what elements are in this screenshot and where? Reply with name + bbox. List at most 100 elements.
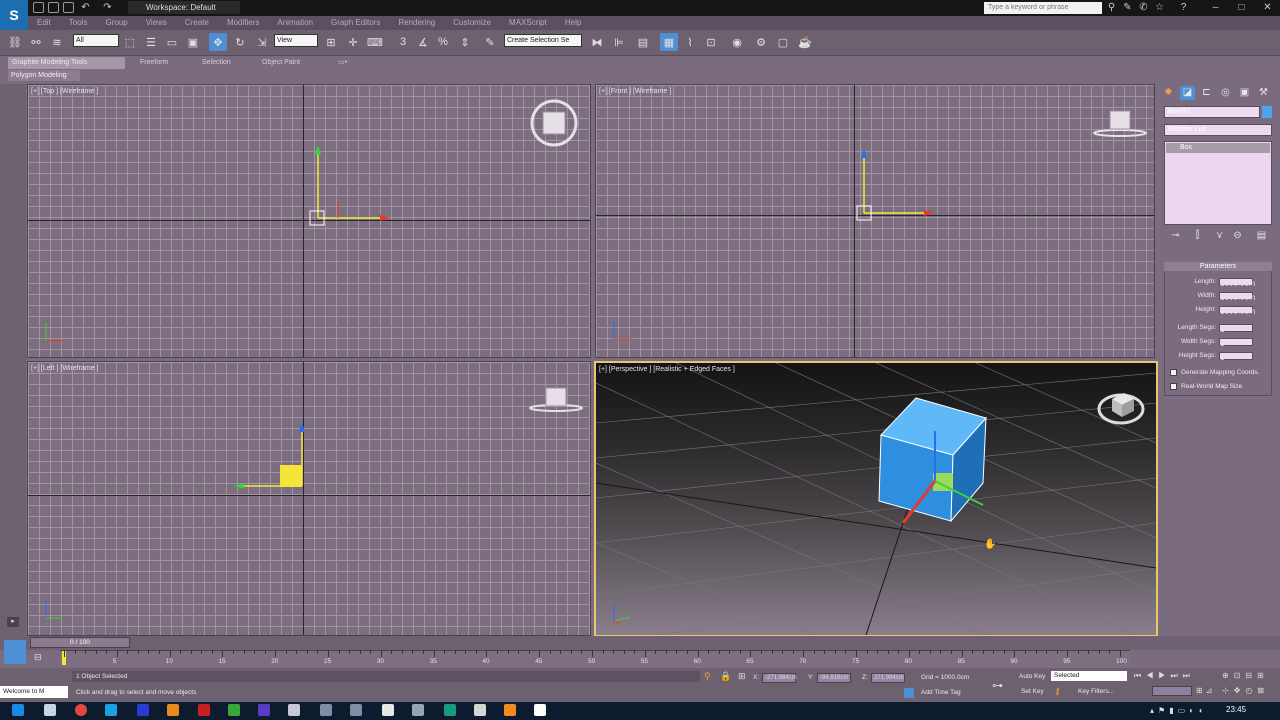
param-width-field[interactable]: 1000.0cm [1219, 292, 1255, 302]
app-logo-icon[interactable]: S [0, 0, 28, 30]
graphite-toggle-icon[interactable]: ▦ [660, 33, 678, 51]
help-icon[interactable]: ? [1178, 2, 1189, 13]
photoshop-icon[interactable] [137, 704, 149, 716]
generate-mapping-checkbox[interactable] [1170, 369, 1177, 376]
param-width-segs-field[interactable]: 1 [1219, 338, 1253, 348]
polygon-modeling-panel[interactable]: Polygon Modeling [8, 70, 80, 81]
set-key-icon[interactable]: ⊶ [992, 679, 1003, 692]
app-task-icon-4[interactable] [412, 704, 424, 716]
menu-graph-editors[interactable]: Graph Editors [322, 16, 389, 30]
spinner-snap-icon[interactable]: ⇕ [456, 33, 474, 51]
object-name-field[interactable]: Box001 [1164, 106, 1260, 118]
viewport-left[interactable]: [+] [Left ] [Wireframe ] [27, 361, 591, 636]
stack-item-box[interactable]: Box [1166, 143, 1270, 153]
transform-gizmo-icon[interactable] [228, 412, 318, 502]
x-coord-field[interactable]: -271.984cm [762, 673, 797, 683]
infocenter-icon[interactable]: ✎ [1122, 2, 1133, 13]
create-tab-icon[interactable]: ✸ [1161, 86, 1176, 100]
window-crossing-icon[interactable]: ▣ [184, 33, 202, 51]
app-task-icon-3[interactable] [382, 704, 394, 716]
key-filters-button[interactable]: Key Filters... [1078, 688, 1114, 695]
curve-editor-icon[interactable]: ⌇ [681, 33, 699, 51]
communication-icon[interactable]: ✆ [1138, 2, 1149, 13]
current-frame-field[interactable] [1152, 686, 1192, 696]
tab-object-paint[interactable]: Object Paint [258, 57, 304, 69]
tab-freeform[interactable]: Freeform [136, 57, 172, 69]
select-link-icon[interactable]: ⛓ [6, 33, 24, 51]
named-selection-dropdown[interactable]: Create Selection Se [504, 34, 582, 47]
search-input[interactable] [984, 2, 1102, 14]
new-file-icon[interactable] [33, 2, 44, 13]
material-editor-icon[interactable]: ◉ [728, 33, 746, 51]
param-length-field[interactable]: 1000.0cm [1219, 278, 1255, 288]
viewport-top[interactable]: [+] [Top ] [Wireframe ] [27, 84, 591, 358]
menu-edit[interactable]: Edit [28, 16, 60, 30]
reference-coord-dropdown[interactable]: View [274, 34, 318, 47]
app-task-icon-5[interactable] [444, 704, 456, 716]
unlink-icon[interactable]: ⚯ [27, 33, 45, 51]
select-manipulate-icon[interactable]: ✛ [344, 33, 362, 51]
schematic-view-icon[interactable]: ⊡ [702, 33, 720, 51]
ribbon-options-icon[interactable]: ▭• [334, 57, 351, 69]
utilities-tab-icon[interactable]: ⚒ [1256, 86, 1271, 100]
viewport-perspective[interactable]: [+] [Perspective ] [Realistic + Edged Fa… [594, 361, 1158, 637]
favorites-star-icon[interactable]: ☆ [1154, 2, 1165, 13]
motion-tab-icon[interactable]: ◎ [1218, 86, 1233, 100]
add-time-tag-button[interactable]: Add Time Tag [921, 689, 961, 696]
close-icon[interactable]: ✕ [1262, 2, 1273, 13]
isolate-icon[interactable]: ⚲ [704, 671, 711, 682]
keyboard-shortcut-icon[interactable]: ⌨ [366, 33, 384, 51]
transform-gizmo-icon[interactable] [854, 143, 944, 233]
viewport-front-label[interactable]: [+] [Front ] [Wireframe ] [599, 88, 671, 95]
app-task-icon-7[interactable] [534, 704, 546, 716]
workspace-dropdown[interactable]: Workspace: Default [128, 1, 240, 14]
menu-help[interactable]: Help [556, 16, 590, 30]
explorer-icon[interactable] [44, 704, 56, 716]
render-teapot-icon[interactable]: ☕ [796, 33, 814, 51]
menu-animation[interactable]: Animation [268, 16, 322, 30]
snaps-toggle-icon[interactable]: 3 [394, 33, 412, 51]
remove-modifier-icon[interactable]: ⊖ [1230, 229, 1245, 243]
configure-sets-icon[interactable]: ▤ [1254, 229, 1269, 243]
start-icon[interactable] [12, 704, 24, 716]
box-object-perspective[interactable] [871, 393, 1011, 533]
illustrator-icon[interactable] [167, 704, 179, 716]
select-by-name-icon[interactable]: ☰ [142, 33, 160, 51]
menu-tools[interactable]: Tools [60, 16, 97, 30]
save-file-icon[interactable] [63, 2, 74, 13]
viewport-left-label[interactable]: [+] [Left ] [Wireframe ] [31, 365, 99, 372]
menu-maxscript[interactable]: MAXScript [500, 16, 556, 30]
viewcube-front-icon[interactable] [1092, 107, 1148, 143]
redo-icon[interactable]: ↷ [102, 2, 113, 13]
absolute-mode-icon[interactable]: ⊞ [738, 671, 746, 682]
app-task-icon-1[interactable] [320, 704, 332, 716]
maxscript-listener-input[interactable]: Welcome to M [0, 686, 68, 698]
select-and-scale-icon[interactable]: ⇲ [253, 33, 271, 51]
set-key-button[interactable]: Set Key [1021, 688, 1044, 695]
maximize-icon[interactable]: □ [1236, 2, 1247, 13]
mini-listener-icon[interactable] [4, 640, 26, 664]
menu-group[interactable]: Group [96, 16, 136, 30]
minimize-icon[interactable]: – [1210, 2, 1221, 13]
show-end-result-icon[interactable]: ⫿ [1190, 229, 1205, 243]
playback-controls[interactable]: ⏮◀▶⏭⏭ [1134, 671, 1195, 681]
3dsmax-task-icon[interactable] [288, 704, 300, 716]
display-tab-icon[interactable]: ▣ [1237, 86, 1252, 100]
param-length-segs-field[interactable]: 1 [1219, 324, 1253, 334]
transform-gizmo-icon[interactable] [308, 143, 398, 233]
time-config-icon[interactable]: ⊞⊿ [1196, 686, 1215, 695]
mirror-icon[interactable]: ⧓ [588, 33, 606, 51]
viewcube-top-icon[interactable] [528, 97, 580, 149]
select-and-move-icon[interactable]: ✥ [209, 33, 227, 51]
menu-rendering[interactable]: Rendering [389, 16, 444, 30]
chrome-icon[interactable] [75, 704, 87, 716]
undo-icon[interactable]: ↶ [80, 2, 91, 13]
object-color-swatch[interactable] [1262, 106, 1272, 118]
viewport-layout-icon[interactable]: ▸ [7, 617, 19, 627]
app-task-icon-6[interactable] [474, 704, 486, 716]
viewport-nav-controls[interactable]: ⊕⊡⊟⊞ [1222, 671, 1269, 680]
angle-snap-icon[interactable]: ∡ [414, 33, 432, 51]
z-coord-field[interactable]: 271.984cm [871, 673, 905, 683]
time-tag-icon[interactable] [904, 688, 914, 698]
pivot-center-icon[interactable]: ⊞ [322, 33, 340, 51]
